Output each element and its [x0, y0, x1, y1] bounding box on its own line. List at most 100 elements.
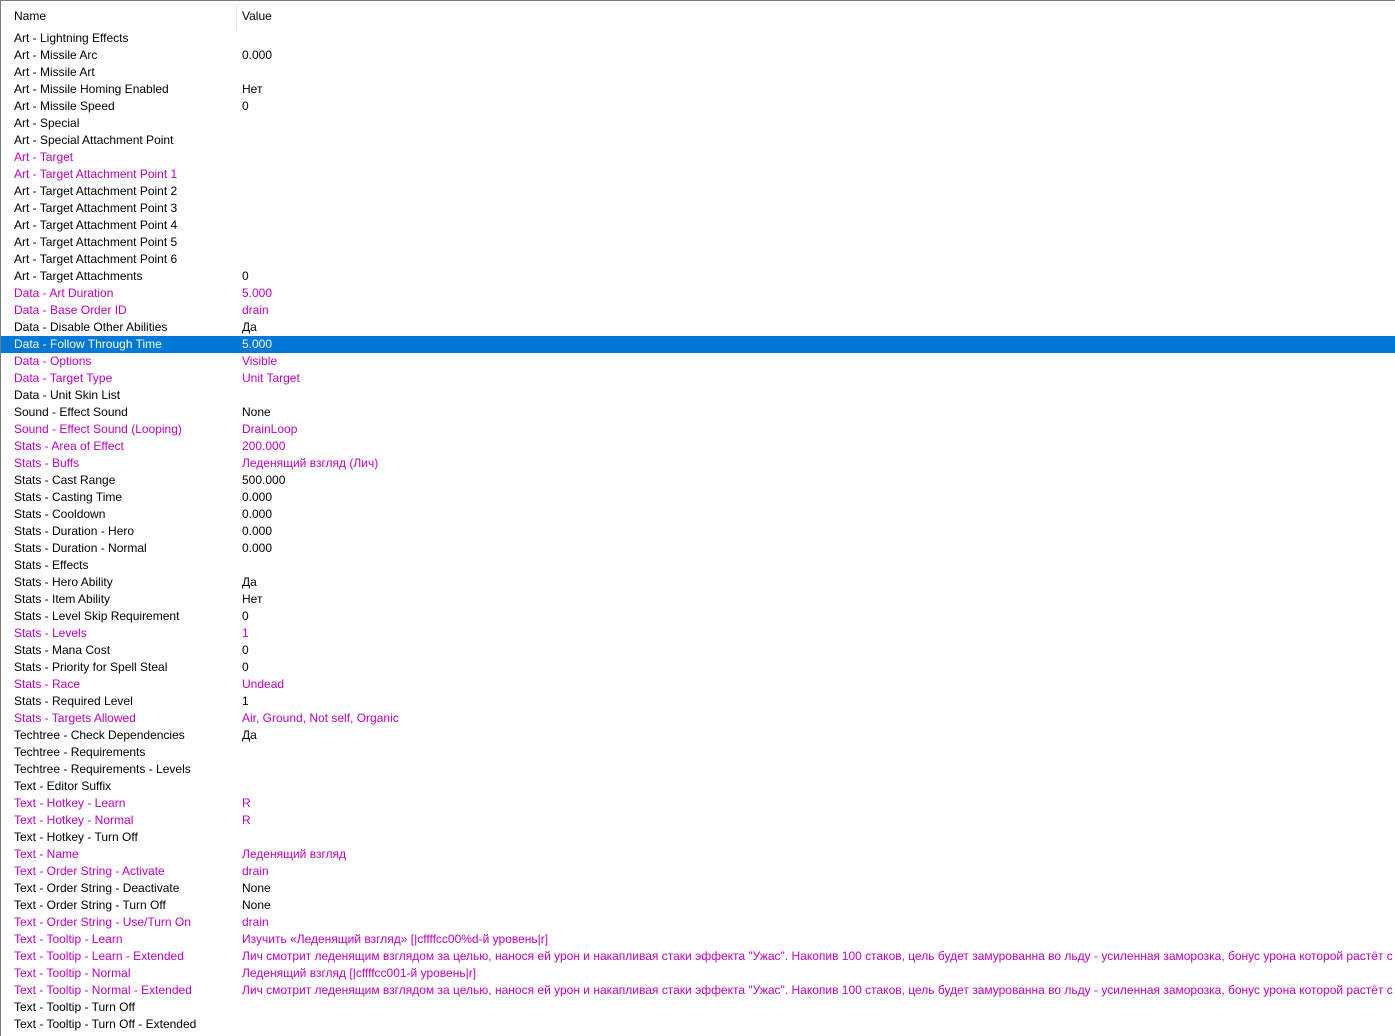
- property-row[interactable]: Techtree - Requirements - Levels: [1, 761, 1395, 778]
- property-value: [242, 557, 1395, 574]
- property-value: 0.000: [242, 524, 273, 538]
- property-row[interactable]: Stats - Targets Allowed Air, Ground, Not …: [1, 710, 1395, 727]
- property-row[interactable]: Art - Target: [1, 149, 1395, 166]
- property-name: Stats - Required Level: [14, 694, 133, 708]
- property-name: Stats - Hero Ability: [14, 575, 113, 589]
- property-row[interactable]: Data - Disable Other Abilities Да: [1, 319, 1395, 336]
- property-name: Stats - Targets Allowed: [14, 711, 136, 725]
- property-row[interactable]: Text - Editor Suffix: [1, 778, 1395, 795]
- property-value: 500.000: [242, 473, 286, 487]
- property-value: 0.000: [242, 541, 273, 555]
- property-name: Art - Target Attachment Point 6: [14, 252, 178, 266]
- property-value: None: [242, 881, 271, 895]
- property-row[interactable]: Text - Tooltip - Normal - Extended Лич см…: [1, 982, 1395, 999]
- property-name: Stats - Item Ability: [14, 592, 111, 606]
- property-row[interactable]: Art - Target Attachment Point 6: [1, 251, 1395, 268]
- property-row[interactable]: Stats - Race Undead: [1, 676, 1395, 693]
- property-row[interactable]: Stats - Effects: [1, 557, 1395, 574]
- property-name: Art - Target Attachment Point 1: [14, 167, 178, 181]
- property-row[interactable]: Data - Options Visible: [1, 353, 1395, 370]
- property-value: [242, 778, 1395, 795]
- property-value: Нет: [242, 592, 263, 606]
- property-row[interactable]: Art - Target Attachment Point 5: [1, 234, 1395, 251]
- property-row[interactable]: Data - Art Duration 5.000: [1, 285, 1395, 302]
- column-header-name[interactable]: Name: [1, 4, 237, 30]
- property-row[interactable]: Text - Hotkey - Learn R: [1, 795, 1395, 812]
- property-value: 1: [242, 694, 249, 708]
- list-header: Name Value: [1, 4, 1395, 30]
- property-value: Лич смотрит леденящим взглядом за целью,…: [242, 983, 1395, 997]
- property-row[interactable]: Art - Missile Art: [1, 64, 1395, 81]
- property-row[interactable]: Stats - Item Ability Нет: [1, 591, 1395, 608]
- property-row[interactable]: Stats - Area of Effect 200.000: [1, 438, 1395, 455]
- property-value: [242, 829, 1395, 846]
- property-row[interactable]: Text - Order String - Deactivate None: [1, 880, 1395, 897]
- property-row[interactable]: Stats - Casting Time 0.000: [1, 489, 1395, 506]
- property-row[interactable]: Stats - Cooldown 0.000: [1, 506, 1395, 523]
- property-value: Лич смотрит леденящим взглядом за целью,…: [242, 949, 1395, 963]
- property-row[interactable]: Stats - Duration - Hero 0.000: [1, 523, 1395, 540]
- property-row[interactable]: Techtree - Check Dependencies Да: [1, 727, 1395, 744]
- property-name: Stats - Area of Effect: [14, 439, 124, 453]
- property-row[interactable]: Techtree - Requirements: [1, 744, 1395, 761]
- property-row[interactable]: Text - Order String - Activate drain: [1, 863, 1395, 880]
- property-row[interactable]: Sound - Effect Sound None: [1, 404, 1395, 421]
- property-row[interactable]: Text - Tooltip - Turn Off - Extended: [1, 1016, 1395, 1033]
- property-row[interactable]: Stats - Required Level 1: [1, 693, 1395, 710]
- property-name: Data - Disable Other Abilities: [14, 320, 168, 334]
- property-row[interactable]: Art - Missile Homing Enabled Нет: [1, 81, 1395, 98]
- property-row[interactable]: Art - Target Attachments 0: [1, 268, 1395, 285]
- property-value: 5.000: [242, 286, 273, 300]
- property-row[interactable]: Text - Order String - Use/Turn On drain: [1, 914, 1395, 931]
- property-row[interactable]: Text - Tooltip - Learn - Extended Лич смо…: [1, 948, 1395, 965]
- property-row[interactable]: Text - Name Леденящий взгляд: [1, 846, 1395, 863]
- property-row[interactable]: Art - Lightning Effects: [1, 30, 1395, 47]
- property-name: Stats - Priority for Spell Steal: [14, 660, 168, 674]
- property-row[interactable]: Text - Tooltip - Learn Изучить «Леденящий…: [1, 931, 1395, 948]
- property-name: Art - Target Attachment Point 3: [14, 201, 178, 215]
- property-row[interactable]: Art - Missile Arc 0.000: [1, 47, 1395, 64]
- property-row[interactable]: Text - Tooltip - Turn Off: [1, 999, 1395, 1016]
- property-row[interactable]: Text - Hotkey - Normal R: [1, 812, 1395, 829]
- property-row[interactable]: Art - Missile Speed 0: [1, 98, 1395, 115]
- property-row[interactable]: Data - Target Type Unit Target: [1, 370, 1395, 387]
- property-row[interactable]: Stats - Level Skip Requirement 0: [1, 608, 1395, 625]
- property-row[interactable]: Stats - Mana Cost 0: [1, 642, 1395, 659]
- property-row[interactable]: Stats - Hero Ability Да: [1, 574, 1395, 591]
- property-name: Art - Missile Homing Enabled: [14, 82, 169, 96]
- property-name: Text - Editor Suffix: [14, 779, 112, 793]
- property-row[interactable]: Art - Target Attachment Point 1: [1, 166, 1395, 183]
- property-value: [242, 761, 1395, 778]
- property-name: Text - Order String - Deactivate: [14, 881, 180, 895]
- property-row[interactable]: Stats - Buffs Леденящий взгляд (Лич): [1, 455, 1395, 472]
- property-value: 0.000: [242, 48, 273, 62]
- property-name: Text - Tooltip - Turn Off - Extended: [14, 1017, 197, 1031]
- property-row[interactable]: Stats - Levels 1: [1, 625, 1395, 642]
- property-row[interactable]: Art - Special: [1, 115, 1395, 132]
- property-name: Stats - Buffs: [14, 456, 80, 470]
- property-value: [242, 166, 1395, 183]
- property-row[interactable]: Sound - Effect Sound (Looping) DrainLoop: [1, 421, 1395, 438]
- property-row[interactable]: Data - Follow Through Time 5.000: [1, 336, 1395, 353]
- property-value: Visible: [242, 354, 278, 368]
- property-name: Techtree - Requirements - Levels: [14, 762, 191, 776]
- column-header-value[interactable]: Value: [237, 4, 1395, 30]
- property-row[interactable]: Stats - Cast Range 500.000: [1, 472, 1395, 489]
- property-list-view[interactable]: Name Value Art - Lightning Effects Art - …: [0, 0, 1395, 1036]
- property-row[interactable]: Text - Order String - Turn Off None: [1, 897, 1395, 914]
- property-row[interactable]: Text - Tooltip - Normal Леденящий взгляд …: [1, 965, 1395, 982]
- property-row[interactable]: Text - Hotkey - Turn Off: [1, 829, 1395, 846]
- property-row[interactable]: Data - Base Order ID drain: [1, 302, 1395, 319]
- property-name: Stats - Cast Range: [14, 473, 116, 487]
- property-row[interactable]: Stats - Priority for Spell Steal 0: [1, 659, 1395, 676]
- property-name: Sound - Effect Sound (Looping): [14, 422, 182, 436]
- property-row[interactable]: Art - Target Attachment Point 3: [1, 200, 1395, 217]
- property-row[interactable]: Art - Target Attachment Point 2: [1, 183, 1395, 200]
- property-row[interactable]: Data - Unit Skin List: [1, 387, 1395, 404]
- property-name: Art - Missile Speed: [14, 99, 115, 113]
- property-row[interactable]: Stats - Duration - Normal 0.000: [1, 540, 1395, 557]
- property-row[interactable]: Art - Special Attachment Point: [1, 132, 1395, 149]
- property-name: Stats - Effects: [14, 558, 89, 572]
- property-value: 0: [242, 643, 249, 657]
- property-row[interactable]: Art - Target Attachment Point 4: [1, 217, 1395, 234]
